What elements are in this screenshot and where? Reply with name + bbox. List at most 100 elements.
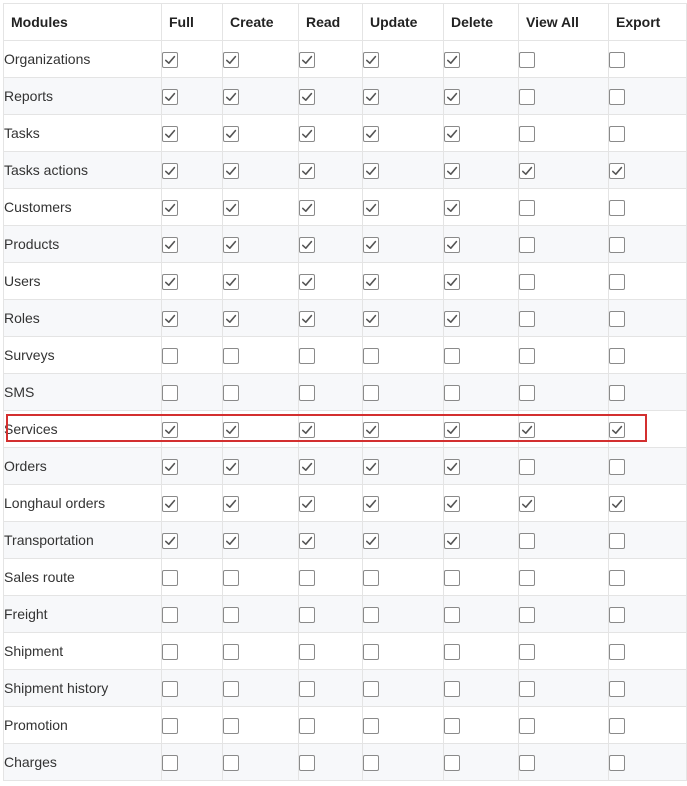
- full-checkbox[interactable]: [162, 606, 178, 623]
- delete-checkbox[interactable]: [444, 199, 460, 216]
- delete-checkbox[interactable]: [444, 495, 460, 512]
- export-checkbox[interactable]: [609, 421, 625, 438]
- full-checkbox[interactable]: [162, 717, 178, 734]
- read-checkbox[interactable]: [299, 754, 315, 771]
- create-checkbox[interactable]: [223, 458, 239, 475]
- create-checkbox[interactable]: [223, 643, 239, 660]
- update-checkbox[interactable]: [363, 569, 379, 586]
- create-checkbox[interactable]: [223, 754, 239, 771]
- view-all-checkbox[interactable]: [519, 532, 535, 549]
- full-checkbox[interactable]: [162, 384, 178, 401]
- view-all-checkbox[interactable]: [519, 347, 535, 364]
- delete-checkbox[interactable]: [444, 236, 460, 253]
- update-checkbox[interactable]: [363, 680, 379, 697]
- create-checkbox[interactable]: [223, 532, 239, 549]
- full-checkbox[interactable]: [162, 532, 178, 549]
- update-checkbox[interactable]: [363, 236, 379, 253]
- export-checkbox[interactable]: [609, 347, 625, 364]
- view-all-checkbox[interactable]: [519, 162, 535, 179]
- delete-checkbox[interactable]: [444, 421, 460, 438]
- view-all-checkbox[interactable]: [519, 458, 535, 475]
- export-checkbox[interactable]: [609, 162, 625, 179]
- full-checkbox[interactable]: [162, 273, 178, 290]
- create-checkbox[interactable]: [223, 162, 239, 179]
- create-checkbox[interactable]: [223, 199, 239, 216]
- delete-checkbox[interactable]: [444, 717, 460, 734]
- view-all-checkbox[interactable]: [519, 643, 535, 660]
- delete-checkbox[interactable]: [444, 680, 460, 697]
- view-all-checkbox[interactable]: [519, 680, 535, 697]
- view-all-checkbox[interactable]: [519, 310, 535, 327]
- create-checkbox[interactable]: [223, 273, 239, 290]
- view-all-checkbox[interactable]: [519, 51, 535, 68]
- full-checkbox[interactable]: [162, 569, 178, 586]
- view-all-checkbox[interactable]: [519, 273, 535, 290]
- view-all-checkbox[interactable]: [519, 606, 535, 623]
- create-checkbox[interactable]: [223, 680, 239, 697]
- delete-checkbox[interactable]: [444, 458, 460, 475]
- update-checkbox[interactable]: [363, 310, 379, 327]
- read-checkbox[interactable]: [299, 495, 315, 512]
- create-checkbox[interactable]: [223, 125, 239, 142]
- full-checkbox[interactable]: [162, 236, 178, 253]
- read-checkbox[interactable]: [299, 310, 315, 327]
- update-checkbox[interactable]: [363, 125, 379, 142]
- export-checkbox[interactable]: [609, 125, 625, 142]
- export-checkbox[interactable]: [609, 273, 625, 290]
- update-checkbox[interactable]: [363, 273, 379, 290]
- full-checkbox[interactable]: [162, 754, 178, 771]
- full-checkbox[interactable]: [162, 458, 178, 475]
- full-checkbox[interactable]: [162, 495, 178, 512]
- export-checkbox[interactable]: [609, 606, 625, 623]
- delete-checkbox[interactable]: [444, 125, 460, 142]
- view-all-checkbox[interactable]: [519, 569, 535, 586]
- update-checkbox[interactable]: [363, 384, 379, 401]
- full-checkbox[interactable]: [162, 199, 178, 216]
- view-all-checkbox[interactable]: [519, 199, 535, 216]
- export-checkbox[interactable]: [609, 495, 625, 512]
- update-checkbox[interactable]: [363, 754, 379, 771]
- export-checkbox[interactable]: [609, 51, 625, 68]
- read-checkbox[interactable]: [299, 606, 315, 623]
- delete-checkbox[interactable]: [444, 384, 460, 401]
- delete-checkbox[interactable]: [444, 162, 460, 179]
- read-checkbox[interactable]: [299, 273, 315, 290]
- full-checkbox[interactable]: [162, 643, 178, 660]
- delete-checkbox[interactable]: [444, 310, 460, 327]
- create-checkbox[interactable]: [223, 88, 239, 105]
- view-all-checkbox[interactable]: [519, 717, 535, 734]
- delete-checkbox[interactable]: [444, 273, 460, 290]
- create-checkbox[interactable]: [223, 384, 239, 401]
- export-checkbox[interactable]: [609, 458, 625, 475]
- view-all-checkbox[interactable]: [519, 384, 535, 401]
- export-checkbox[interactable]: [609, 236, 625, 253]
- view-all-checkbox[interactable]: [519, 495, 535, 512]
- read-checkbox[interactable]: [299, 162, 315, 179]
- read-checkbox[interactable]: [299, 421, 315, 438]
- read-checkbox[interactable]: [299, 680, 315, 697]
- create-checkbox[interactable]: [223, 606, 239, 623]
- update-checkbox[interactable]: [363, 199, 379, 216]
- export-checkbox[interactable]: [609, 754, 625, 771]
- delete-checkbox[interactable]: [444, 347, 460, 364]
- create-checkbox[interactable]: [223, 310, 239, 327]
- read-checkbox[interactable]: [299, 717, 315, 734]
- update-checkbox[interactable]: [363, 162, 379, 179]
- export-checkbox[interactable]: [609, 532, 625, 549]
- read-checkbox[interactable]: [299, 51, 315, 68]
- export-checkbox[interactable]: [609, 384, 625, 401]
- view-all-checkbox[interactable]: [519, 125, 535, 142]
- update-checkbox[interactable]: [363, 421, 379, 438]
- update-checkbox[interactable]: [363, 643, 379, 660]
- update-checkbox[interactable]: [363, 51, 379, 68]
- update-checkbox[interactable]: [363, 458, 379, 475]
- read-checkbox[interactable]: [299, 125, 315, 142]
- full-checkbox[interactable]: [162, 680, 178, 697]
- view-all-checkbox[interactable]: [519, 421, 535, 438]
- full-checkbox[interactable]: [162, 162, 178, 179]
- read-checkbox[interactable]: [299, 199, 315, 216]
- full-checkbox[interactable]: [162, 125, 178, 142]
- export-checkbox[interactable]: [609, 680, 625, 697]
- read-checkbox[interactable]: [299, 569, 315, 586]
- create-checkbox[interactable]: [223, 495, 239, 512]
